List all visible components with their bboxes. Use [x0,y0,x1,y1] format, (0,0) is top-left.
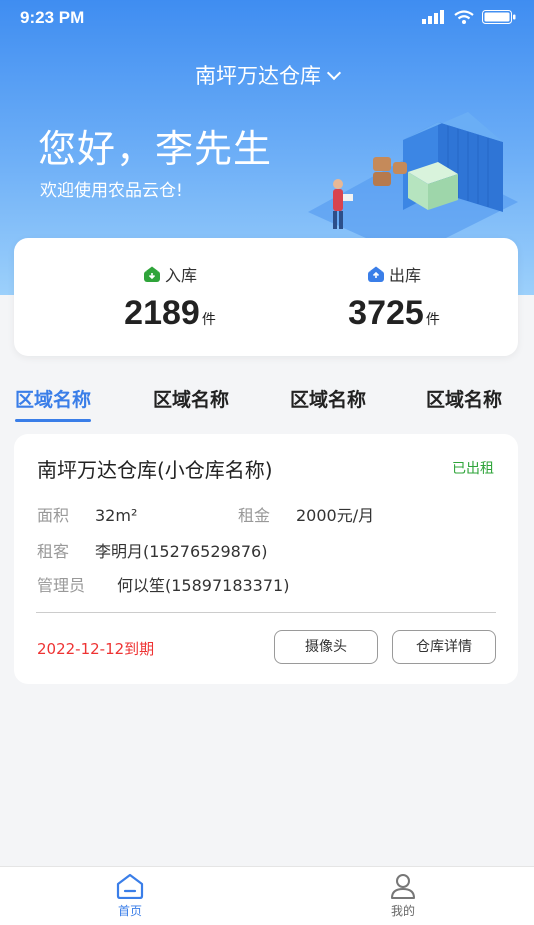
nav-home-label: 首页 [117,904,142,918]
tenant-row: 租客 李明月(15276529876) [37,538,267,562]
status-icons [422,10,516,24]
manager-value: 何以笙(15897183371) [117,576,290,595]
rental-status-badge: 已出租 [452,461,494,477]
expire-date: 2022-12-12到期 [37,640,155,658]
outbound-value: 3725 [348,294,424,332]
nav-mine-label: 我的 [390,904,415,918]
warehouse-detail-button[interactable]: 仓库详情 [392,630,496,664]
nav-home[interactable]: 首页 [90,873,170,919]
warehouse-selector[interactable]: 南坪万达仓库 [0,60,534,90]
stock-summary-card: 入库 2189 件 出库 3725 件 [14,238,518,356]
card-divider [36,612,496,613]
tab-region-4[interactable]: 区域名称 [426,385,502,412]
nav-mine[interactable]: 我的 [363,873,443,919]
area-value: 32m² [95,506,138,525]
welcome-text: 欢迎使用农品云仓! [40,181,183,201]
signal-icon [422,10,444,24]
tab-region-1[interactable]: 区域名称 [15,385,92,422]
warehouse-illustration [308,112,518,257]
area-label: 面积 [37,506,70,525]
tenant-value: 李明月(15276529876) [95,542,268,561]
inbound-icon [143,266,160,282]
manager-label: 管理员 [37,576,86,595]
outbound-stat[interactable]: 出库 3725 件 [294,262,494,333]
greeting-title: 您好，李先生 [38,127,273,171]
manager-row: 管理员 何以笙(15897183371) [37,572,289,596]
inbound-stat[interactable]: 入库 2189 件 [70,262,270,333]
tab-region-2[interactable]: 区域名称 [153,385,229,412]
wifi-icon [454,10,474,24]
outbound-unit: 件 [425,311,440,327]
rent-value: 2000元/月 [296,506,375,525]
rent-label: 租金 [238,506,271,525]
inbound-value: 2189 [124,294,200,332]
bottom-tab-bar: 首页 我的 [0,866,534,925]
outbound-icon [367,266,384,282]
tab-region-3[interactable]: 区域名称 [290,385,366,412]
camera-button[interactable]: 摄像头 [274,630,378,664]
chevron-down-icon [326,65,342,81]
user-icon [391,874,415,899]
home-icon [116,873,144,900]
warehouse-title: 南坪万达仓库 [195,64,321,88]
status-time: 9:23 PM [20,8,85,27]
inbound-label: 入库 [164,266,197,285]
inbound-unit: 件 [201,311,216,327]
warehouse-card[interactable]: 南坪万达仓库(小仓库名称) 已出租 面积 32m² 租金 2000元/月 租客 李明月… [14,434,518,684]
area-row: 面积 32m² [37,502,137,526]
tenant-label: 租客 [37,542,70,561]
battery-icon [482,10,516,24]
warehouse-name: 南坪万达仓库(小仓库名称) [37,458,273,482]
status-bar: 9:23 PM [20,8,516,32]
rent-row: 租金 2000元/月 [238,502,374,526]
region-tabs: 区域名称 区域名称 区域名称 区域名称 [0,385,534,425]
outbound-label: 出库 [388,266,421,285]
